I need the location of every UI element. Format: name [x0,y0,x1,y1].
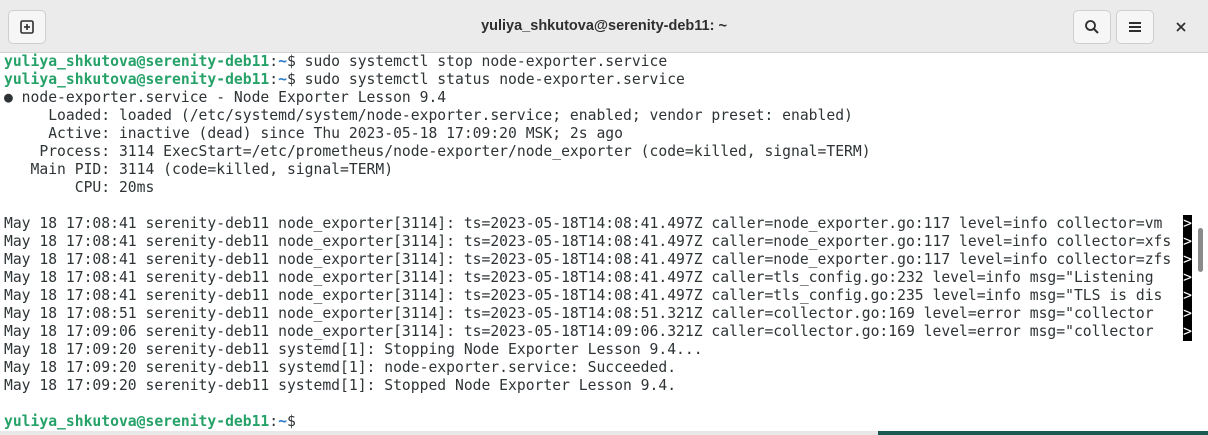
journal-line: May 18 17:08:41 serenity-deb11 node_expo… [4,233,1172,250]
status-line: Loaded: loaded (/etc/systemd/system/node… [4,107,853,124]
status-line: CPU: 20ms [4,179,155,196]
window-title: yuliya_shkutova@serenity-deb11: ~ [481,18,727,34]
command-text: sudo systemctl stop node-exporter.servic… [304,53,668,70]
scrollbar-thumb[interactable] [1198,228,1203,272]
hamburger-menu-icon [1129,22,1141,32]
search-button[interactable] [1073,10,1111,44]
journal-line: May 18 17:08:51 serenity-deb11 node_expo… [4,305,1163,322]
new-tab-button[interactable] [8,10,46,44]
close-button[interactable] [1164,10,1198,44]
journal-line: May 18 17:09:06 serenity-deb11 node_expo… [4,323,1163,340]
journal-line: May 18 17:08:41 serenity-deb11 node_expo… [4,287,1163,304]
prompt-separator: : [269,53,279,70]
prompt-line: yuliya_shkutova@serenity-deb11:~$ sudo s… [4,53,667,71]
truncation-marker: > [1183,233,1192,251]
bottom-strip-accent [878,431,1208,435]
truncation-marker: > [1183,269,1192,287]
status-line: Process: 3114 ExecStart=/etc/prometheus/… [4,143,871,160]
new-tab-icon [20,20,34,34]
prompt-cwd: ~ [278,53,287,70]
prompt-line: yuliya_shkutova@serenity-deb11:~$ sudo s… [4,71,685,89]
close-icon [1176,22,1186,32]
truncation-marker: > [1183,215,1192,233]
prompt-line: yuliya_shkutova@serenity-deb11:~$ [4,413,296,431]
journal-line: May 18 17:08:41 serenity-deb11 node_expo… [4,251,1172,268]
prompt-sigil: $ [286,413,296,430]
journal-line: May 18 17:08:41 serenity-deb11 node_expo… [4,269,1163,286]
prompt-sigil: $ [286,53,296,70]
prompt-user-host: yuliya_shkutova@serenity-deb11 [4,413,270,430]
truncation-marker: > [1183,251,1192,269]
journal-line: May 18 17:08:41 serenity-deb11 node_expo… [4,215,1163,232]
status-line: Active: inactive (dead) since Thu 2023-0… [4,125,623,142]
truncation-marker: > [1183,305,1192,323]
terminal-window: yuliya_shkutova@serenity-deb11: ~ yuliya… [0,0,1208,435]
prompt-separator: : [269,71,279,88]
status-line: Main PID: 3114 (code=killed, signal=TERM… [4,161,394,178]
journal-line: May 18 17:09:20 serenity-deb11 systemd[1… [4,359,677,376]
truncation-marker: > [1183,323,1192,341]
prompt-user-host: yuliya_shkutova@serenity-deb11 [4,71,270,88]
status-line: ● node-exporter.service - Node Exporter … [4,89,447,106]
truncation-marker: > [1183,287,1192,305]
title-bar: yuliya_shkutova@serenity-deb11: ~ [0,0,1208,53]
prompt-cwd: ~ [278,71,287,88]
journal-line: May 18 17:09:20 serenity-deb11 systemd[1… [4,341,703,358]
prompt-separator: : [269,413,279,430]
menu-button[interactable] [1116,10,1154,44]
search-icon [1085,20,1099,34]
prompt-cwd: ~ [278,413,287,430]
prompt-sigil: $ [286,71,296,88]
journal-line: May 18 17:09:20 serenity-deb11 systemd[1… [4,377,677,394]
terminal-output[interactable]: yuliya_shkutova@serenity-deb11:~$ sudo s… [0,53,1196,431]
command-text: sudo systemctl status node-exporter.serv… [304,71,685,88]
prompt-user-host: yuliya_shkutova@serenity-deb11 [4,53,270,70]
